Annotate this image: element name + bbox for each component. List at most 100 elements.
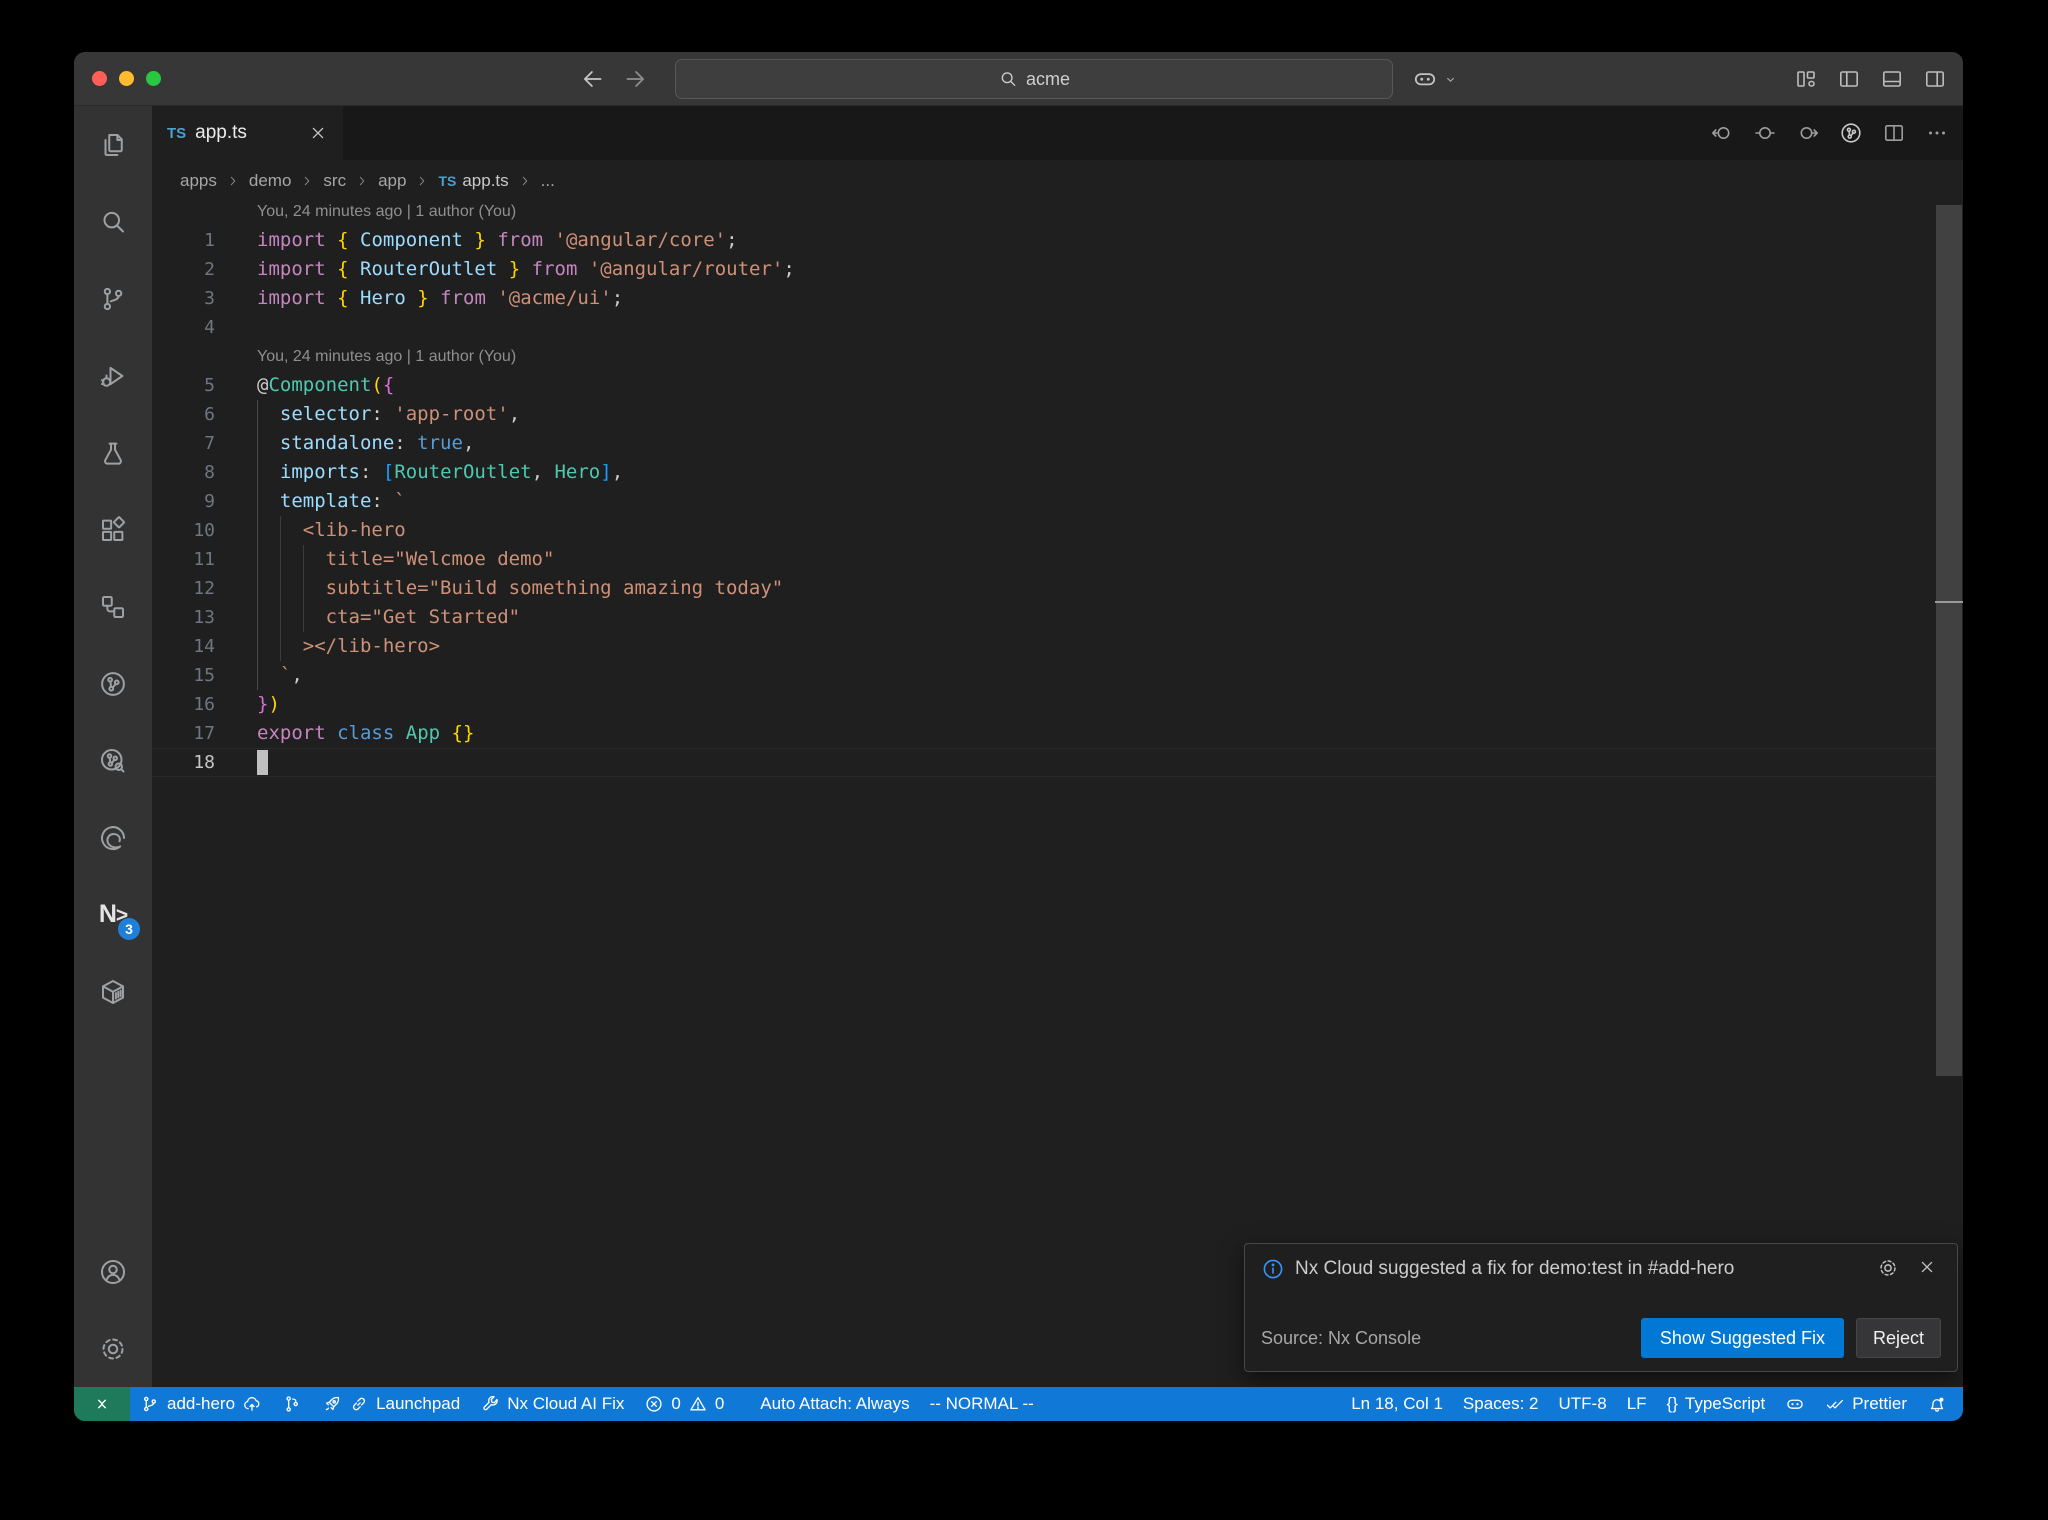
- code-line[interactable]: 6 selector: 'app-root',: [152, 400, 1935, 429]
- statusbar-cursor-position-item[interactable]: Ln 18, Col 1: [1341, 1387, 1453, 1421]
- code-line[interactable]: 16}): [152, 690, 1935, 719]
- tab-bar: TS app.ts: [152, 106, 1963, 160]
- chevron-down-icon[interactable]: [1442, 71, 1459, 88]
- code-text: `,: [257, 664, 303, 686]
- code-text: <lib-hero: [257, 519, 406, 541]
- navigate-forward-icon[interactable]: [622, 66, 648, 92]
- statusbar-remote-indicator[interactable]: [74, 1387, 130, 1421]
- statusbar-copilot-item[interactable]: [1775, 1387, 1815, 1421]
- code-line[interactable]: 1 import { Component } from '@angular/cor…: [152, 226, 1935, 255]
- layout-panel-icon[interactable]: [1880, 67, 1904, 91]
- code-line[interactable]: 7 standalone: true,: [152, 429, 1935, 458]
- sidebar-item-explorer[interactable]: [74, 106, 152, 183]
- breadcrumb-item-demo[interactable]: demo: [249, 171, 292, 191]
- statusbar-launchpad-item[interactable]: Launchpad: [312, 1387, 470, 1421]
- sidebar-item-accounts[interactable]: [74, 1233, 152, 1310]
- window-controls: [92, 71, 161, 86]
- statusbar-commits-item[interactable]: [272, 1387, 312, 1421]
- reject-button[interactable]: Reject: [1855, 1318, 1941, 1358]
- tab-app-ts[interactable]: TS app.ts: [152, 106, 343, 160]
- statusbar-encoding-item[interactable]: UTF-8: [1549, 1387, 1617, 1421]
- statusbar-eol-item[interactable]: LF: [1617, 1387, 1657, 1421]
- sidebar-item-search[interactable]: [74, 183, 152, 260]
- code-line[interactable]: 4: [152, 313, 1935, 342]
- command-center-search[interactable]: acme: [675, 59, 1393, 99]
- statusbar-auto-attach-item[interactable]: Auto Attach: Always: [750, 1387, 919, 1421]
- notification-close-icon[interactable]: [1917, 1257, 1941, 1281]
- code-line[interactable]: 10 <lib-hero: [152, 516, 1935, 545]
- copilot-icon[interactable]: [1412, 66, 1438, 92]
- link-icon: [349, 1394, 369, 1414]
- statusbar-prettier-item[interactable]: Prettier: [1815, 1387, 1917, 1421]
- editor-scrollbar[interactable]: [1935, 202, 1963, 1387]
- extensions-icon: [98, 515, 128, 545]
- statusbar-indentation-item[interactable]: Spaces: 2: [1453, 1387, 1549, 1421]
- code-line[interactable]: 13 cta="Get Started": [152, 603, 1935, 632]
- search-icon: [998, 69, 1018, 89]
- nav-back-circle-icon[interactable]: [1710, 121, 1734, 145]
- customize-layout-icon[interactable]: [1794, 67, 1818, 91]
- more-actions-icon[interactable]: [1925, 121, 1949, 145]
- sidebar-item-nx-console[interactable]: N> 3: [74, 876, 152, 953]
- sidebar-item-settings[interactable]: [74, 1310, 152, 1387]
- notification-settings-gear-icon[interactable]: [1877, 1257, 1901, 1281]
- statusbar-notifications-item[interactable]: [1917, 1387, 1957, 1421]
- line-number: 14: [193, 636, 215, 657]
- sidebar-item-testing[interactable]: [74, 414, 152, 491]
- code-line[interactable]: 18: [152, 748, 1935, 777]
- sidebar-item-nx-graph-explorer[interactable]: [74, 722, 152, 799]
- sidebar-item-nx-flow[interactable]: [74, 568, 152, 645]
- code-line[interactable]: 2 import { RouterOutlet } from '@angular/…: [152, 255, 1935, 284]
- statusbar-label: Spaces: 2: [1462, 1394, 1539, 1413]
- code-line[interactable]: 5 @Component({: [152, 371, 1935, 400]
- code-line[interactable]: 12 subtitle="Build something amazing tod…: [152, 574, 1935, 603]
- sidebar-item-containers[interactable]: [74, 953, 152, 1030]
- code-line[interactable]: 15 `,: [152, 661, 1935, 690]
- statusbar-problems-item[interactable]: 00: [634, 1387, 734, 1421]
- show-suggested-fix-button[interactable]: Show Suggested Fix: [1640, 1318, 1844, 1358]
- zoom-window-button[interactable]: [146, 71, 161, 86]
- breadcrumb-item-app[interactable]: app: [378, 171, 406, 191]
- breadcrumb-item-apps[interactable]: apps: [180, 171, 217, 191]
- copilot-icon: [1785, 1394, 1805, 1414]
- code-editor[interactable]: You, 24 minutes ago | 1 author (You) 1 imp…: [152, 202, 1963, 1387]
- statusbar-language-item[interactable]: {} TypeScript: [1657, 1387, 1776, 1421]
- code-text: export class App {}: [257, 722, 475, 744]
- statusbar-branch-item[interactable]: add-hero: [130, 1387, 272, 1421]
- nx-target-search-icon: [98, 746, 128, 776]
- navigate-back-icon[interactable]: [580, 66, 606, 92]
- gear-icon: [98, 1334, 128, 1364]
- code-line[interactable]: 11 title="Welcmoe demo": [152, 545, 1935, 574]
- circle-dash-icon[interactable]: [1753, 121, 1777, 145]
- split-editor-icon[interactable]: [1882, 121, 1906, 145]
- code-line[interactable]: 3 import { Hero } from '@acme/ui';: [152, 284, 1935, 313]
- typescript-file-icon: TS: [438, 173, 457, 189]
- minimize-window-button[interactable]: [119, 71, 134, 86]
- statusbar-nx-cloud-fix-item[interactable]: Nx Cloud AI Fix: [470, 1387, 634, 1421]
- close-window-button[interactable]: [92, 71, 107, 86]
- files-icon: [98, 130, 128, 160]
- code-line[interactable]: 14 ></lib-hero>: [152, 632, 1935, 661]
- breadcrumb-item-more[interactable]: ...: [541, 171, 555, 191]
- code-line[interactable]: 8 imports: [RouterOutlet, Hero],: [152, 458, 1935, 487]
- sidebar-item-run-debug[interactable]: [74, 337, 152, 414]
- circle-arrow-right-icon[interactable]: [1796, 121, 1820, 145]
- code-line[interactable]: 17 export class App {}: [152, 719, 1935, 748]
- sidebar-item-extensions[interactable]: [74, 491, 152, 568]
- nx-run-icon[interactable]: [1839, 121, 1863, 145]
- layout-sidebar-right-icon[interactable]: [1923, 67, 1947, 91]
- statusbar-vim-mode-item[interactable]: -- NORMAL --: [920, 1387, 1044, 1421]
- code-text: ></lib-hero>: [257, 635, 441, 657]
- scrollbar-thumb[interactable]: [1936, 205, 1962, 1076]
- close-tab-icon[interactable]: [308, 123, 328, 143]
- breadcrumb-item-file[interactable]: TS app.ts: [438, 171, 508, 191]
- code-line[interactable]: 9 template: `: [152, 487, 1935, 516]
- badge: 3: [118, 918, 140, 940]
- breadcrumb-item-src[interactable]: src: [323, 171, 346, 191]
- layout-sidebar-left-icon[interactable]: [1837, 67, 1861, 91]
- sidebar-item-nx-project-graph[interactable]: [74, 645, 152, 722]
- sidebar-item-source-control[interactable]: [74, 260, 152, 337]
- sidebar-item-edge-browser[interactable]: [74, 799, 152, 876]
- typescript-file-icon: TS: [167, 124, 187, 142]
- code-text: template: `: [279, 490, 406, 512]
